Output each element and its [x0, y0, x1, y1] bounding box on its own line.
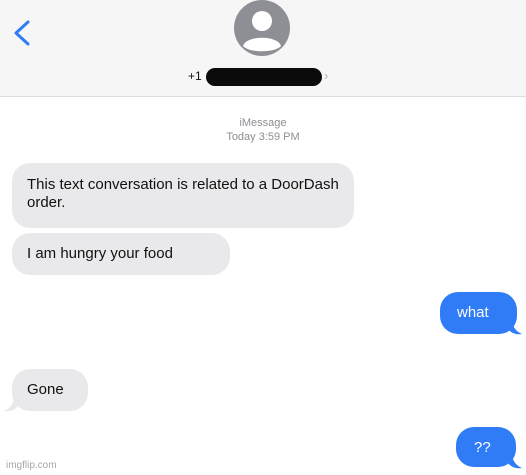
message-bubble-received: This text conversation is related to a D…: [12, 163, 354, 228]
bubble-tail: [508, 455, 522, 469]
message-bubble-received: I am hungry your food: [12, 233, 230, 275]
service-label: iMessage: [239, 117, 287, 129]
contact-name[interactable]: +1 ›: [0, 68, 526, 86]
message-bubble-sent: what: [440, 292, 517, 334]
contact-prefix: +1: [188, 69, 202, 83]
chevron-right-icon: ›: [324, 68, 329, 83]
bubble-tail: [4, 398, 18, 412]
timestamp: Today 3:59 PM: [226, 131, 300, 143]
bubble-tail: [508, 321, 522, 335]
chevron-left-icon[interactable]: [10, 18, 36, 48]
person-icon[interactable]: [230, 0, 294, 60]
redacted-number: [206, 68, 322, 86]
conversation-header: +1 ›: [0, 0, 526, 97]
message-bubble-received: Gone: [12, 369, 88, 411]
message-bubble-sent: ??: [456, 427, 516, 467]
watermark: imgflip.com: [6, 460, 57, 471]
